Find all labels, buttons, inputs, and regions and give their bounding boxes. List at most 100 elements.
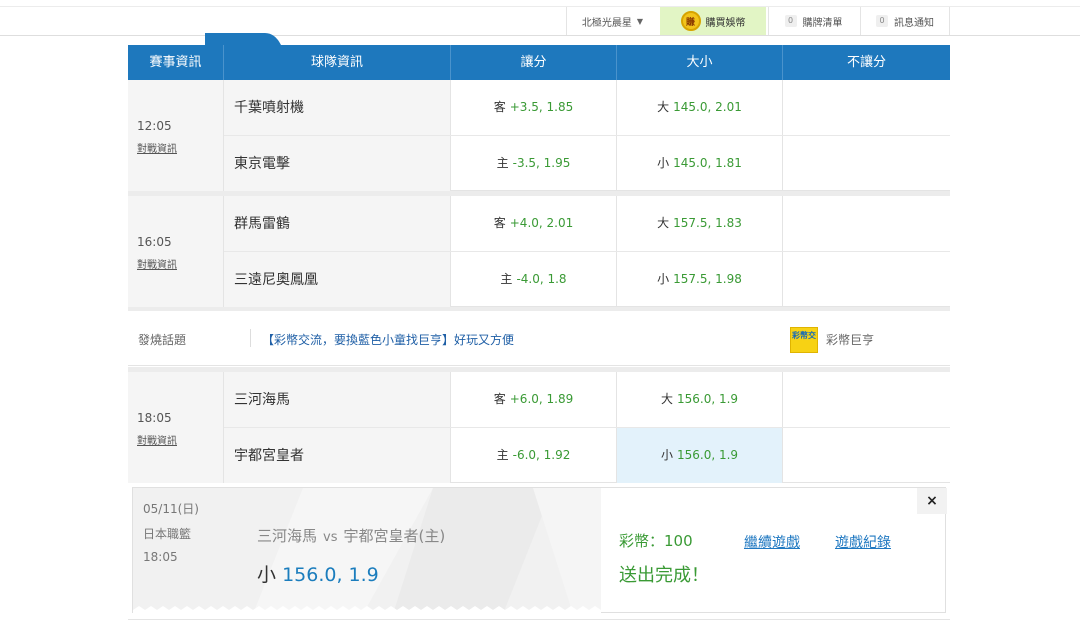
continue-game-link[interactable]: 繼續遊戲 xyxy=(744,532,800,552)
spread-away-label: 客 xyxy=(493,392,506,406)
game-block: 12:05 對戰資訊 千葉噴射機 東京電擊 客 +3.5, 1.85 主 -3.5,… xyxy=(128,80,950,191)
total-over-value: 145.0, 2.01 xyxy=(673,100,742,114)
away-team: 三河海馬 xyxy=(224,372,451,427)
matchup-info-link[interactable]: 對戰資訊 xyxy=(137,432,177,447)
spread-away-odd[interactable]: 客 +4.0, 2.01 xyxy=(451,196,617,251)
table-header: 賽事資訊 球隊資訊 讓分 大小 不讓分 xyxy=(128,45,950,80)
game-time: 16:05 xyxy=(137,235,172,249)
header-spread: 讓分 xyxy=(451,45,617,80)
user-name: 北極光晨星 xyxy=(581,17,632,29)
spread-away-value: +3.5, 1.85 xyxy=(509,100,574,114)
submit-complete-message: 送出完成！ xyxy=(619,565,709,586)
spread-home-label: 主 xyxy=(496,156,509,170)
bet-away-team: 三河海馬 xyxy=(257,527,318,545)
away-team: 千葉噴射機 xyxy=(224,80,451,135)
total-under-odd[interactable]: 小 157.5, 1.98 xyxy=(617,252,783,307)
total-under-value: 156.0, 1.9 xyxy=(676,448,739,462)
header-game-info: 賽事資訊 xyxy=(128,45,224,80)
moneyline-away-cell xyxy=(783,80,950,135)
bet-pick: 小 156.0, 1.9 xyxy=(257,560,379,587)
notifications-button[interactable]: 0 訊息通知 xyxy=(860,7,950,35)
hot-topic-author[interactable]: 彩幣巨亨 xyxy=(826,331,874,348)
game-records-link[interactable]: 遊戲紀錄 xyxy=(835,532,891,552)
bet-league: 日本職籃 xyxy=(143,527,192,541)
total-over-odd[interactable]: 大 157.5, 1.83 xyxy=(617,196,783,251)
bet-pick-value: 156.0, 1.9 xyxy=(282,564,379,586)
notification-count-badge: 0 xyxy=(876,15,888,27)
total-under-odd[interactable]: 小 145.0, 1.81 xyxy=(617,136,783,191)
total-over-value: 157.5, 1.83 xyxy=(673,216,742,230)
cart-count-badge: 0 xyxy=(784,15,797,27)
game-time: 12:05 xyxy=(137,119,172,133)
matchup-info-link[interactable]: 對戰資訊 xyxy=(137,256,177,271)
total-under-value: 145.0, 1.81 xyxy=(673,156,742,170)
moneyline-away-cell xyxy=(783,372,950,427)
coin-exchange-logo: 彩幣交 xyxy=(790,327,818,353)
game-info-cell: 12:05 對戰資訊 xyxy=(128,80,224,191)
total-over-label: 大 xyxy=(660,392,673,406)
vs-label: vs xyxy=(323,530,338,545)
spread-home-value: -6.0, 1.92 xyxy=(512,448,571,462)
cart-list-button[interactable]: 0 購牌清單 xyxy=(768,7,858,35)
bet-time: 18:05 xyxy=(143,550,178,564)
spread-home-value: -4.0, 1.8 xyxy=(516,272,567,286)
matchup-info-link[interactable]: 對戰資訊 xyxy=(137,140,177,155)
caret-down-icon: ▼ xyxy=(636,16,644,26)
home-team: 宇都宮皇者 xyxy=(224,428,451,483)
spread-home-odd[interactable]: 主 -3.5, 1.95 xyxy=(451,136,617,191)
total-under-value: 157.5, 1.98 xyxy=(673,272,742,286)
header-team-info: 球隊資訊 xyxy=(224,45,451,80)
total-under-label: 小 xyxy=(657,272,670,286)
spread-home-label: 主 xyxy=(500,272,513,286)
moneyline-home-cell xyxy=(783,428,950,483)
row-divider xyxy=(224,427,950,428)
total-under-odd-selected[interactable]: 小 156.0, 1.9 xyxy=(617,428,783,483)
bet-date: 05/11(日) xyxy=(143,502,199,516)
spread-away-value: +4.0, 2.01 xyxy=(509,216,574,230)
spread-away-label: 客 xyxy=(493,216,506,230)
spread-home-odd[interactable]: 主 -4.0, 1.8 xyxy=(451,252,617,307)
total-under-label: 小 xyxy=(660,448,673,462)
header-total: 大小 xyxy=(617,45,783,80)
game-block: 16:05 對戰資訊 群馬雷鶴 三遠尼奧鳳凰 客 +4.0, 2.01 主 -4.0… xyxy=(128,196,950,307)
total-over-label: 大 xyxy=(657,100,670,114)
bet-home-team: 宇都宮皇者(主) xyxy=(343,527,446,545)
spread-home-label: 主 xyxy=(496,448,509,462)
user-menu[interactable]: 北極光晨星 ▼ xyxy=(566,7,658,35)
total-over-label: 大 xyxy=(657,216,670,230)
close-icon[interactable]: × xyxy=(917,488,947,514)
total-over-odd[interactable]: 大 156.0, 1.9 xyxy=(617,372,783,427)
hot-topic-label: 發燒話題 xyxy=(138,333,187,347)
game-info-cell: 16:05 對戰資訊 xyxy=(128,196,224,307)
home-team: 東京電擊 xyxy=(224,136,451,191)
moneyline-away-cell xyxy=(783,196,950,251)
hot-topic-link[interactable]: 【彩幣交流，要換藍色小童找巨亨】好玩又方便 xyxy=(262,331,514,348)
home-team: 三遠尼奧鳳凰 xyxy=(224,252,451,307)
moneyline-home-cell xyxy=(783,252,950,307)
away-team: 群馬雷鶴 xyxy=(224,196,451,251)
cart-list-label: 購牌清單 xyxy=(802,17,843,29)
buy-coins-button[interactable]: 賺 購買娛幣 xyxy=(660,7,766,35)
row-divider xyxy=(224,251,950,252)
bottom-divider xyxy=(128,619,950,620)
spread-home-odd[interactable]: 主 -6.0, 1.92 xyxy=(451,428,617,483)
spread-away-odd[interactable]: 客 +6.0, 1.89 xyxy=(451,372,617,427)
total-over-odd[interactable]: 大 145.0, 2.01 xyxy=(617,80,783,135)
coin-icon: 賺 xyxy=(680,11,701,31)
game-info-cell: 18:05 對戰資訊 xyxy=(128,372,224,483)
tab-curve-decoration xyxy=(205,33,281,45)
bet-summary: 05/11(日) 日本職籃 18:05 三河海馬 vs 宇都宮皇者(主) 小 156… xyxy=(133,488,601,614)
spread-home-value: -3.5, 1.95 xyxy=(512,156,571,170)
notifications-label: 訊息通知 xyxy=(894,17,934,29)
game-time: 18:05 xyxy=(137,411,172,425)
spread-away-odd[interactable]: 客 +3.5, 1.85 xyxy=(451,80,617,135)
bet-pick-label: 小 xyxy=(257,564,277,586)
coin-balance: 彩幣：100 xyxy=(619,532,693,550)
spread-away-value: +6.0, 1.89 xyxy=(509,392,574,406)
spread-away-label: 客 xyxy=(493,100,506,114)
row-divider xyxy=(224,135,950,136)
hot-topic-separator xyxy=(250,329,251,347)
top-bar: 北極光晨星 ▼ 賺 購買娛幣 0 購牌清單 0 訊息通知 xyxy=(0,0,1080,36)
hot-topic-row: 發燒話題 【彩幣交流，要換藍色小童找巨亨】好玩又方便 彩幣交 彩幣巨亨 xyxy=(128,311,950,366)
background-pattern xyxy=(253,488,601,614)
